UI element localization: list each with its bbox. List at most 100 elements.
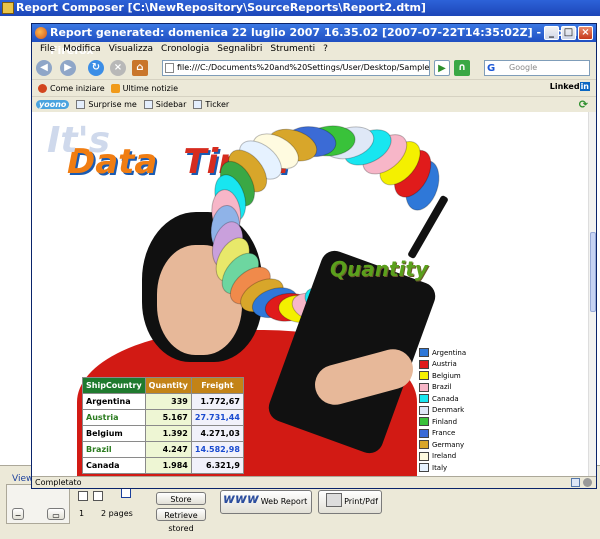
cell-freight: 4.271,03 [190,425,244,442]
zoom-fit-button[interactable]: ▭ [47,508,65,520]
linkedin-button[interactable]: Linkedin [550,82,590,91]
legend-label: Belgium [432,371,461,380]
menu-strumenti[interactable]: Strumenti [266,42,319,57]
firefox-icon [35,27,47,39]
legend-swatch [419,394,429,404]
addon-icon[interactable]: ∩ [454,60,470,76]
retrieve-stored-button[interactable]: Retrieve stored [156,508,206,533]
ticker-label: Ticker [205,99,230,109]
bookmark-ultime-notizie[interactable]: Ultime notizie [110,83,178,93]
vertical-scrollbar[interactable] [588,112,596,476]
cell-country: Belgium [82,425,146,442]
cell-freight: 6.321,9 [190,457,244,474]
legend-item: Argentina [419,347,479,359]
chart-legend: Argentina Austria Belgium Brazil Canada Denma… [419,347,479,474]
legend-swatch [419,382,429,392]
reload-icon[interactable]: ↻ [88,60,104,76]
stop-icon[interactable]: × [110,60,126,76]
status-icon [583,478,592,487]
menu-help[interactable]: ? [319,42,332,57]
surprise-me-label: Surprise me [88,99,137,109]
printer-icon [326,493,342,507]
zoom-out-button[interactable]: − [12,508,24,520]
cell-country: Canada [82,457,146,474]
close-button[interactable]: × [578,26,593,40]
forward-icon[interactable]: ▶ [60,60,76,76]
cell-freight: 27.731,44 [190,409,244,426]
bookmark-label: Ultime notizie [122,83,178,93]
rss-icon [110,83,120,93]
menu-visualizza[interactable]: Visualizza [105,42,157,57]
menu-cronologia[interactable]: Cronologia [157,42,213,57]
search-input[interactable]: G Google [484,60,590,76]
pages-count: 2 pages [101,509,133,518]
legend-swatch [419,428,429,438]
legend-label: Germany [432,440,465,449]
scrollbar-thumb[interactable] [590,232,596,312]
status-icon [571,478,580,487]
legend-label: Brazil [432,383,452,392]
menu-file[interactable]: File [36,42,59,57]
go-icon[interactable]: ▶ [434,60,450,76]
web-report-button[interactable]: www Web Report [220,490,312,514]
bookmark-come-iniziare[interactable]: Come iniziare [38,83,105,93]
legend-label: Italy [432,463,448,472]
legend-swatch [419,371,429,381]
table-row: Belgium 1.392 4.271,03 [82,425,244,442]
page-view-icon[interactable] [121,488,131,498]
legend-swatch [419,440,429,450]
menu-modifica[interactable]: Modifica [59,42,105,57]
legend-label: Austria [432,360,457,369]
sidebar-label: Sidebar [155,99,187,109]
legend-item: Denmark [419,405,479,417]
column-header: ShipCountry [82,377,146,394]
page-icon [165,63,174,73]
legend-item: Germany [419,439,479,451]
table-row: Austria 5.167 27.731,44 [82,409,244,426]
minimize-button[interactable]: _ [544,26,559,40]
column-header: Freight [190,377,244,394]
yoono-logo[interactable]: yoono [36,99,70,109]
firefox-bookmark-icon [38,83,47,93]
ticker-button[interactable]: Ticker [193,99,230,109]
column-header: Quantity [144,377,192,394]
legend-item: France [419,428,479,440]
linkedin-badge: in [579,82,590,91]
legend-swatch [419,417,429,427]
sidebar-button[interactable]: Sidebar [143,99,187,109]
page-thumb-icon[interactable] [78,491,88,501]
legend-item: Italy [419,462,479,474]
legend-item: Austria [419,359,479,371]
back-icon[interactable]: ◀ [36,60,52,76]
cell-quantity: 339 [144,393,192,410]
page-thumb-icon[interactable] [93,491,103,501]
report-composer-title: Report Composer [C:\NewRepository\Source… [16,1,426,14]
menu-segnalibri[interactable]: Segnalibri [213,42,266,57]
firefox-titlebar: Report generated: domenica 22 luglio 200… [32,24,596,57]
legend-item: Brazil [419,382,479,394]
sidebar-icon [143,99,153,109]
cell-quantity: 1.392 [144,425,192,442]
bookmark-label: Come iniziare [50,83,105,93]
menu-bar: File Modifica Visualizza Cronologia Segn… [32,42,596,57]
url-input[interactable]: file:///C:/Documents%20and%20Settings/Us… [162,60,430,76]
table-row: Argentina 339 1.772,67 [82,393,244,410]
legend-label: Canada [432,394,459,403]
surprise-me-button[interactable]: Surprise me [76,99,137,109]
legend-item: Finland [419,416,479,428]
status-text: Completato [35,478,82,487]
yoono-toolbar: yoono Surprise me Sidebar Ticker ⟳ [32,96,596,111]
legend-label: Argentina [432,348,467,357]
home-icon[interactable]: ⌂ [132,60,148,76]
legend-swatch [419,348,429,358]
maximize-button[interactable]: □ [561,26,576,40]
print-pdf-label: Print/Pdf [344,497,378,506]
google-icon: G [487,63,496,74]
cell-quantity: 4.247 [144,441,192,458]
surprise-icon [76,99,86,109]
linkedin-label: Linked [549,82,580,91]
store-current-button[interactable]: Store current [156,492,206,517]
refresh-icon[interactable]: ⟳ [579,98,588,111]
cell-quantity: 1.984 [144,457,192,474]
legend-swatch [419,463,429,473]
